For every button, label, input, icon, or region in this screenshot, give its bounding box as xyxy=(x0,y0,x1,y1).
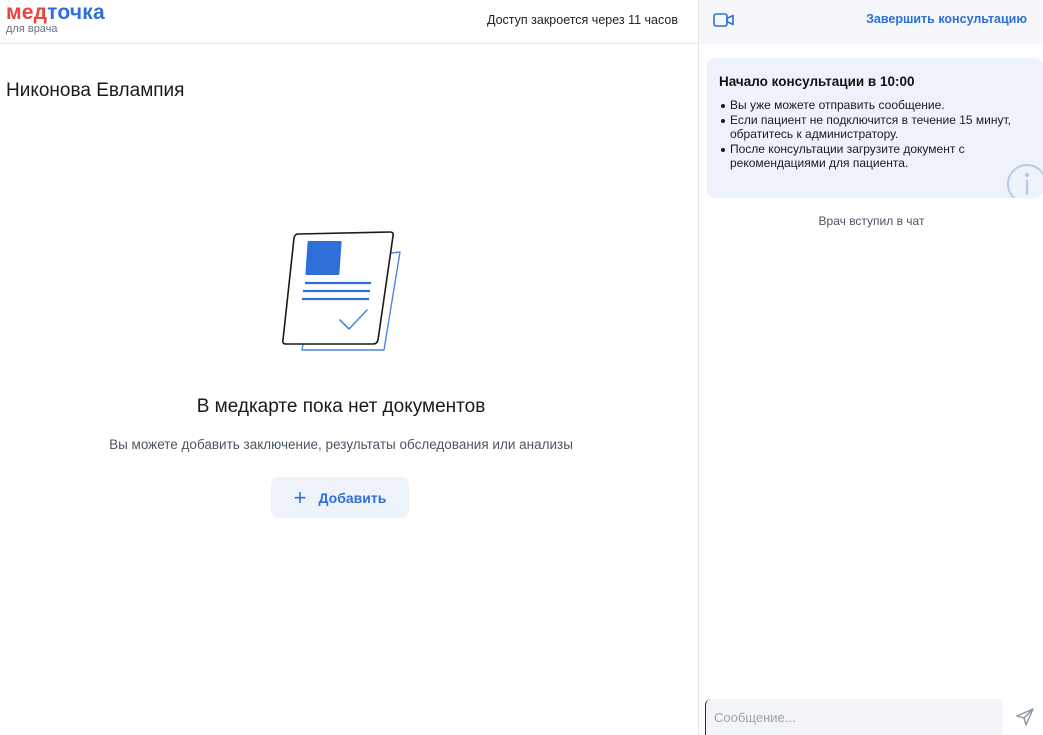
app-root: медточка для врача Доступ закроется чере… xyxy=(0,0,1043,735)
consultation-info-card: Начало консультации в 10:00 Вы уже может… xyxy=(707,58,1043,198)
patient-name: Никонова Евлампия xyxy=(6,80,185,101)
access-notice: Доступ закроется через 11 часов xyxy=(486,13,678,27)
info-card-item: После консультации загрузите документ с … xyxy=(719,142,1027,171)
top-bar: медточка для врача Доступ закроется чере… xyxy=(0,0,698,44)
empty-state-title: В медкарте пока нет документов xyxy=(196,396,486,417)
logo[interactable]: медточка для врача xyxy=(6,2,105,35)
info-icon xyxy=(1007,164,1043,198)
info-card-list: Вы уже можете отправить сообщение. Если … xyxy=(719,98,1027,171)
add-document-label: Добавить xyxy=(318,489,387,506)
system-message: Врач вступил в чат xyxy=(818,214,925,228)
plus-icon: + xyxy=(293,484,307,510)
info-card-item: Если пациент не подключится в течение 15… xyxy=(719,113,1027,142)
chat-header: Завершить консультацию xyxy=(699,0,1043,44)
logo-subtitle: для врача xyxy=(6,23,58,35)
logo-part-blue: точка xyxy=(47,1,105,24)
document-check-icon xyxy=(282,231,401,351)
medical-record-pane: медточка для врача Доступ закроется чере… xyxy=(0,0,698,735)
info-card-title: Начало консультации в 10:00 xyxy=(719,74,915,89)
video-camera-icon[interactable] xyxy=(713,12,735,28)
chat-pane: Завершить консультацию Начало консультац… xyxy=(698,0,1043,735)
info-card-item: Вы уже можете отправить сообщение. xyxy=(719,98,1027,113)
logo-part-red: мед xyxy=(6,1,48,24)
message-input[interactable] xyxy=(705,699,1003,735)
logo-wordmark: медточка xyxy=(6,2,105,23)
empty-state-subtitle: Вы можете добавить заключение, результат… xyxy=(109,437,573,452)
add-document-button[interactable]: + Добавить xyxy=(271,477,409,518)
send-icon[interactable] xyxy=(1015,707,1035,727)
finish-consultation-button[interactable]: Завершить консультацию xyxy=(866,12,1027,26)
